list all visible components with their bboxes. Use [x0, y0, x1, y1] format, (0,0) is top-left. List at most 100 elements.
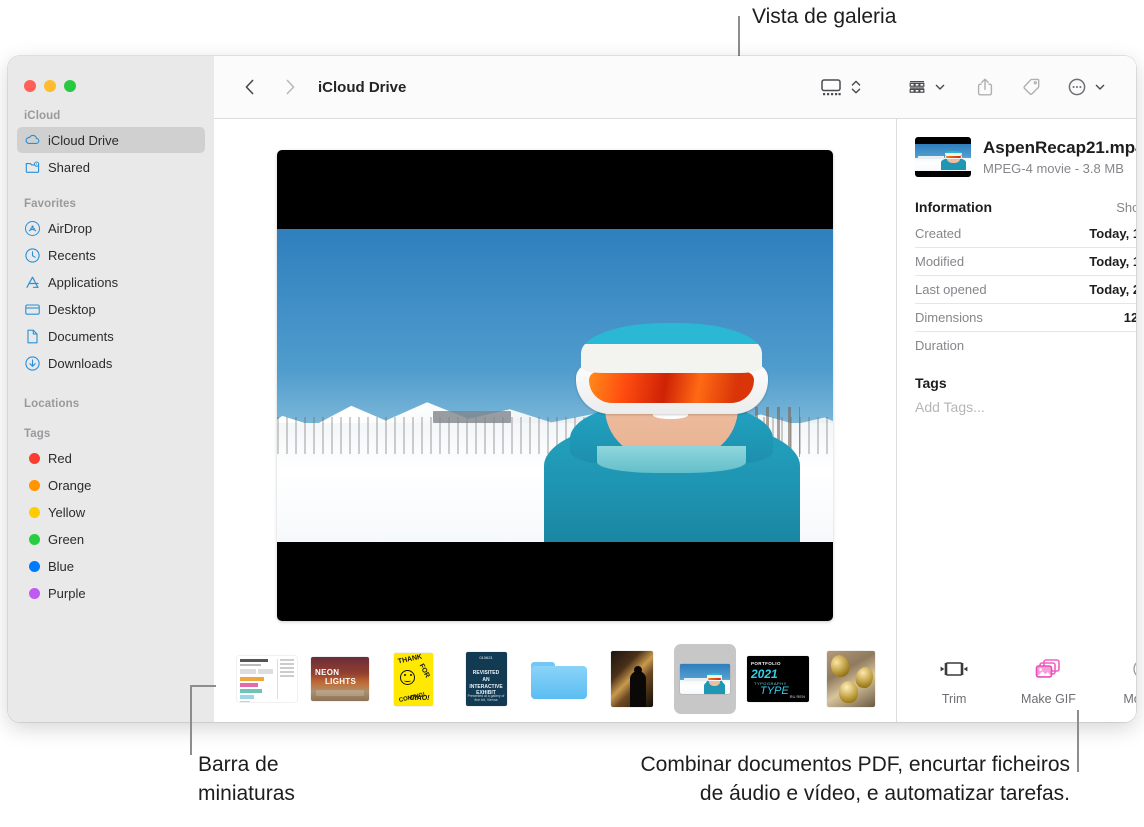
zoom-button[interactable]	[64, 80, 76, 92]
sidebar-item-recents[interactable]: Recents	[17, 242, 205, 268]
sidebar-item-documents[interactable]: Documents	[17, 323, 205, 349]
sidebar-tag-red[interactable]: Red	[17, 445, 205, 471]
quick-action-more[interactable]: More...	[1100, 655, 1136, 706]
info-key: Last opened	[915, 282, 987, 297]
info-row-duration: Duration 00:06	[915, 332, 1136, 359]
video-preview[interactable]	[277, 150, 833, 621]
callout-line-quick-actions	[1077, 710, 1079, 772]
back-button[interactable]	[236, 73, 264, 101]
sidebar-item-applications[interactable]: Applications	[17, 269, 205, 295]
tag-dot-icon	[24, 450, 41, 467]
sidebar-item-label: iCloud Drive	[48, 132, 119, 148]
sidebar-tag-blue[interactable]: Blue	[17, 553, 205, 579]
applications-icon	[24, 274, 41, 291]
info-value: 1280×720	[1123, 310, 1136, 325]
gallery-view-button[interactable]	[816, 74, 846, 100]
sidebar-item-label: Desktop	[48, 301, 96, 317]
clock-icon	[24, 247, 41, 264]
information-section-header: Information Show More	[915, 199, 1136, 215]
sidebar-item-airdrop[interactable]: AirDrop	[17, 215, 205, 241]
sidebar-item-label: Shared	[48, 159, 90, 175]
sidebar-item-label: Yellow	[48, 504, 86, 520]
gallery-content: NEON LIGHTS THANK FOR COMING! CIAO! 0106…	[214, 119, 896, 722]
quick-action-make-gif[interactable]: Make GIF	[1005, 655, 1091, 706]
info-value: Today, 1:34 PM	[1089, 254, 1136, 269]
document-icon	[24, 328, 41, 345]
group-items-button[interactable]	[902, 74, 932, 100]
thumbnail-item[interactable]	[820, 644, 882, 714]
more-options-chevron-down-icon[interactable]	[1092, 77, 1108, 97]
thumbnail-item[interactable]: 010621 REVISITED AN INTERACTIVE EXHIBIT Pr…	[455, 644, 517, 714]
aspen-recap-video-thumb	[680, 664, 730, 694]
sidebar-item-icloud-drive[interactable]: iCloud Drive	[17, 127, 205, 153]
callout-thumbnail-bar: Barra de miniaturas	[198, 753, 295, 805]
video-frame-image	[277, 229, 833, 542]
thumbnail-item[interactable]	[528, 644, 590, 714]
share-button[interactable]	[970, 74, 1000, 100]
thumbnail-item[interactable]: NEON LIGHTS	[309, 644, 371, 714]
view-controls	[816, 74, 864, 100]
tags-section-title: Tags	[915, 375, 947, 391]
group-options-chevron-down-icon[interactable]	[932, 77, 948, 97]
main-area: iCloud Drive NEON LIGHTS THANK FOR COMIN…	[214, 56, 1136, 722]
close-button[interactable]	[24, 80, 36, 92]
sidebar-item-desktop[interactable]: Desktop	[17, 296, 205, 322]
minimize-button[interactable]	[44, 80, 56, 92]
silhouette-photo-thumb	[611, 651, 653, 707]
info-key: Modified	[915, 254, 965, 269]
add-tags-field[interactable]: Add Tags...	[915, 399, 1136, 415]
group-controls	[902, 74, 948, 100]
trim-icon	[937, 655, 971, 683]
tag-dot-icon	[24, 477, 41, 494]
tag-dot-icon	[24, 585, 41, 602]
sidebar-item-label: AirDrop	[48, 220, 93, 236]
preview-stage	[214, 119, 896, 638]
sidebar-item-label: Red	[48, 450, 72, 466]
thumbnail-item[interactable]: THANK FOR COMING! CIAO!	[382, 644, 444, 714]
more-button[interactable]	[1062, 74, 1092, 100]
file-thumbnail	[915, 137, 971, 177]
sidebar-item-label: Recents	[48, 247, 96, 263]
info-value: Today, 2:07 PM	[1089, 282, 1136, 297]
information-title: Information	[915, 199, 992, 215]
sidebar-tag-yellow[interactable]: Yellow	[17, 499, 205, 525]
desktop-icon	[24, 301, 41, 318]
quick-action-label: Trim	[941, 692, 967, 706]
icloud-icon	[24, 132, 41, 149]
sidebar-item-downloads[interactable]: Downloads	[17, 350, 205, 376]
thumbnail-item[interactable]: PORTFOLIO 2021 TYPOGRAPHY TYPE RU REN	[747, 644, 809, 714]
sidebar-tag-green[interactable]: Green	[17, 526, 205, 552]
sidebar-item-label: Applications	[48, 274, 119, 290]
sidebar-item-label: Documents	[48, 328, 114, 344]
downloads-icon	[24, 355, 41, 372]
quick-action-label: More...	[1123, 692, 1136, 706]
sidebar-item-shared[interactable]: Shared	[17, 154, 205, 180]
sidebar-section-icloud-title: iCloud	[24, 110, 61, 122]
make-gif-icon	[1033, 655, 1063, 683]
thumbnail-item-selected[interactable]	[674, 644, 736, 714]
thumbnail-item[interactable]	[236, 644, 298, 714]
information-rows: Created Today, 1:34 PM Modified Today, 1…	[915, 220, 1136, 359]
info-row-dimensions: Dimensions 1280×720	[915, 304, 1136, 332]
sidebar-tag-purple[interactable]: Purple	[17, 580, 205, 606]
callout-quick-actions: Combinar documentos PDF, encurtar fichei…	[640, 753, 1070, 805]
callout-line-thumbnail-bar-v	[190, 685, 192, 755]
gold-balloons-photo-thumb	[827, 651, 875, 707]
thumbnail-item[interactable]	[601, 644, 663, 714]
show-more-link[interactable]: Show More	[1116, 200, 1136, 215]
sidebar-tag-orange[interactable]: Orange	[17, 472, 205, 498]
sidebar-item-label: Purple	[48, 585, 86, 601]
inspector-body: Information Show More Created Today, 1:3…	[897, 199, 1136, 415]
chart-document-thumb	[237, 656, 297, 702]
quick-action-trim[interactable]: Trim	[911, 655, 997, 706]
sidebar: iCloud iCloud Drive Shared Favorites Air…	[8, 56, 214, 722]
thumbnail-bar[interactable]: NEON LIGHTS THANK FOR COMING! CIAO! 0106…	[214, 638, 896, 722]
quick-action-label: Make GIF	[1021, 692, 1076, 706]
tag-button[interactable]	[1016, 74, 1046, 100]
more-circle-icon	[1131, 655, 1136, 683]
breadcrumb-path[interactable]: iCloud Drive	[318, 79, 406, 96]
view-options-chevron-icon[interactable]	[848, 77, 864, 97]
forward-button[interactable]	[276, 73, 304, 101]
window-controls	[8, 56, 214, 92]
tag-dot-icon	[24, 531, 41, 548]
